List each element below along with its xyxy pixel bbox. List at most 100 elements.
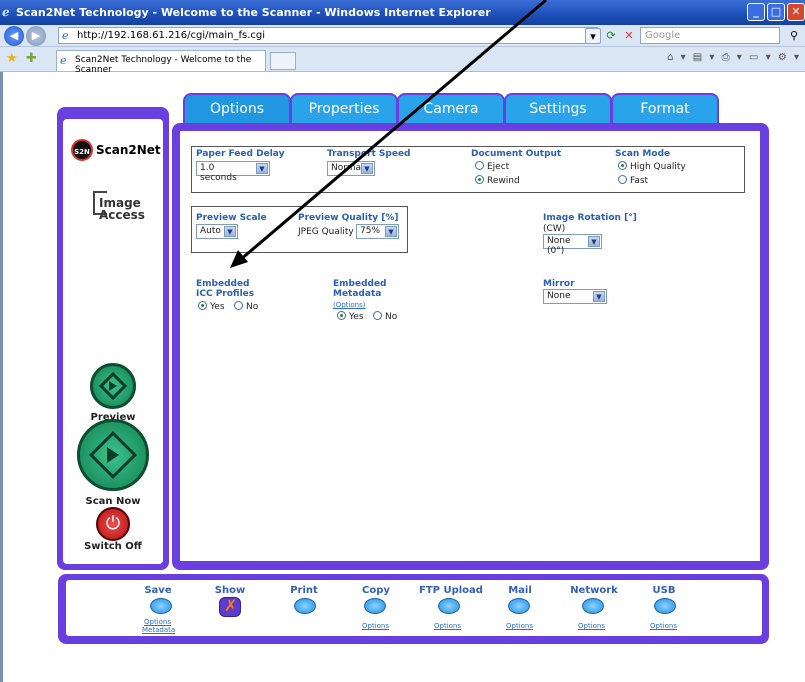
copy-options-link[interactable]: Options [362, 622, 389, 630]
paper-feed-delay-label: Paper Feed Delay [196, 149, 285, 159]
mirror-label: Mirror [543, 279, 575, 289]
metadata-no-option[interactable]: No [373, 311, 397, 322]
high-quality-radio[interactable] [618, 161, 627, 170]
tab-options[interactable]: Options [183, 93, 291, 125]
new-tab-button[interactable] [270, 52, 296, 70]
url-text: http://192.168.61.216/cgi/main_fs.cgi [77, 30, 266, 41]
image-rotation-cw: (CW) [543, 224, 566, 234]
preview-button[interactable] [90, 363, 136, 409]
show-disabled-icon: ✗ [224, 596, 238, 615]
tab-properties[interactable]: Properties [290, 93, 398, 125]
chevron-down-icon: ▼ [593, 291, 605, 302]
document-output-label: Document Output [471, 149, 562, 159]
usb-icon[interactable] [654, 598, 676, 614]
window-titlebar: ℯ Scan2Net Technology - Welcome to the S… [0, 0, 805, 25]
mail-icon[interactable] [508, 598, 530, 614]
network-options-link[interactable]: Options [578, 622, 605, 630]
metadata-options-link[interactable]: (Options) [333, 301, 365, 309]
favorites-star-icon[interactable]: ★ [6, 51, 18, 66]
preview-scale-select[interactable]: Auto ▼ [196, 224, 238, 239]
mail-options-link[interactable]: Options [506, 622, 533, 630]
tab-settings[interactable]: Settings [504, 93, 612, 125]
mirror-select[interactable]: None ▼ [543, 289, 607, 304]
tab-camera[interactable]: Camera [397, 93, 505, 125]
show-label: Show [214, 585, 246, 596]
save-label: Save [144, 585, 172, 596]
preview-icon [98, 371, 128, 401]
scan-now-button[interactable] [77, 419, 149, 491]
preview-quality-label: Preview Quality [%] [298, 213, 399, 223]
mail-label: Mail [508, 585, 532, 596]
command-bar-icons[interactable]: ⌂ ▾ ▤ ▾ ⎙ ▾ ▭ ▾ ⚙ ▾ [667, 52, 801, 63]
metadata-no-radio[interactable] [373, 311, 382, 320]
tab-ie-icon: ℯ [60, 54, 67, 67]
ftp-upload-icon[interactable] [438, 598, 460, 614]
icc-no-option[interactable]: No [234, 301, 258, 312]
power-icon[interactable]: ⏻ [96, 507, 130, 541]
chevron-down-icon: ▼ [256, 163, 268, 174]
embedded-metadata-label-2: Metadata [333, 289, 382, 299]
scanner-sidebar: S2N Scan2Net Image Access Preview Scan N… [57, 107, 169, 570]
sidebar-inner: S2N Scan2Net Image Access Preview Scan N… [63, 119, 163, 564]
embedded-icc-label-2: ICC Profiles [196, 289, 255, 299]
eject-option[interactable]: Eject [475, 161, 509, 172]
preview-scale-label: Preview Scale [196, 213, 267, 223]
image-rotation-select[interactable]: None (0°) ▼ [543, 234, 602, 256]
url-dropdown-icon[interactable]: ▾ [585, 28, 601, 44]
embedded-metadata-label-1: Embedded [333, 279, 387, 289]
print-icon[interactable] [294, 598, 316, 614]
options-panel: Paper Feed Delay 1.0 seconds ▼ Transport … [172, 123, 769, 570]
jpeg-quality-label: JPEG Quality [298, 227, 354, 237]
search-icon[interactable]: ⚲ [786, 28, 802, 44]
save-options-link[interactable]: Options [144, 618, 171, 626]
eject-radio[interactable] [475, 161, 484, 170]
usb-options-link[interactable]: Options [650, 622, 677, 630]
maximize-button[interactable]: □ [767, 3, 785, 21]
save-icon[interactable] [150, 598, 172, 614]
brand-name: Scan2Net [96, 143, 161, 157]
ftp-options-link[interactable]: Options [434, 622, 461, 630]
refresh-icon[interactable]: ⟳ [603, 28, 619, 44]
rewind-radio[interactable] [475, 175, 484, 184]
paper-feed-delay-select[interactable]: 1.0 seconds ▼ [196, 161, 270, 183]
fast-option[interactable]: Fast [618, 175, 648, 186]
stop-icon[interactable]: ✕ [621, 28, 637, 44]
jpeg-quality-select[interactable]: 75% ▼ [356, 224, 399, 239]
window-controls: _ □ ✕ [747, 3, 805, 21]
icc-no-radio[interactable] [234, 301, 243, 310]
tab-format[interactable]: Format [611, 93, 719, 125]
fast-radio[interactable] [618, 175, 627, 184]
output-bar: Save Options Metadata Show ✗ Print Copy … [58, 574, 769, 644]
image-access-logo: Image Access [93, 191, 153, 231]
ftp-upload-label: FTP Upload [419, 585, 483, 596]
search-input[interactable]: Google [640, 27, 780, 44]
icc-yes-option[interactable]: Yes [198, 301, 225, 312]
output-bar-inner: Save Options Metadata Show ✗ Print Copy … [66, 580, 762, 636]
print-label: Print [290, 585, 318, 596]
image-access-text: Image Access [99, 196, 145, 222]
copy-label: Copy [362, 585, 390, 596]
url-field[interactable]: ℯ http://192.168.61.216/cgi/main_fs.cgi [58, 27, 598, 44]
back-button[interactable]: ◀ [4, 26, 24, 46]
s2n-logo-icon: S2N [71, 139, 93, 161]
ie-icon: ℯ [2, 5, 10, 19]
options-panel-inner: Paper Feed Delay 1.0 seconds ▼ Transport … [180, 131, 760, 561]
transport-speed-select[interactable]: Normal ▼ [327, 161, 375, 176]
save-metadata-link[interactable]: Metadata [142, 626, 175, 634]
close-button[interactable]: ✕ [787, 3, 805, 21]
copy-icon[interactable] [364, 598, 386, 614]
scan-mode-label: Scan Mode [615, 149, 671, 159]
add-favorites-icon[interactable]: ✚ [26, 51, 37, 66]
browser-tab-active[interactable]: ℯ Scan2Net Technology - Welcome to the S… [56, 50, 266, 75]
minimize-button[interactable]: _ [747, 3, 765, 21]
high-quality-option[interactable]: High Quality [618, 161, 686, 172]
metadata-yes-radio[interactable] [337, 311, 346, 320]
rewind-option[interactable]: Rewind [475, 175, 520, 186]
network-icon[interactable] [582, 598, 604, 614]
window-title: Scan2Net Technology - Welcome to the Sca… [16, 6, 491, 19]
transport-speed-label: Transport Speed [327, 149, 411, 159]
icc-yes-radio[interactable] [198, 301, 207, 310]
metadata-yes-option[interactable]: Yes [337, 311, 364, 322]
chevron-down-icon: ▼ [588, 236, 600, 247]
forward-button[interactable]: ▶ [26, 26, 46, 46]
